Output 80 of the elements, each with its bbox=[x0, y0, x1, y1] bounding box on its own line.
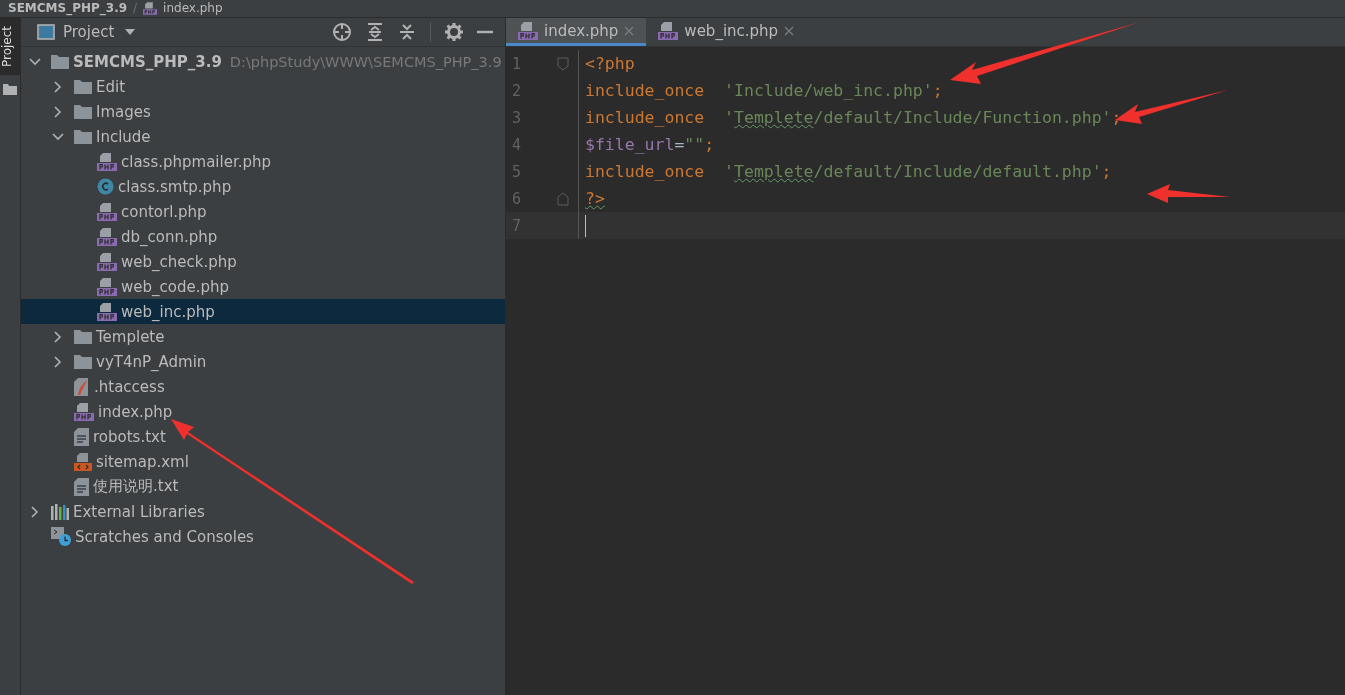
tree-item[interactable]: Templete bbox=[21, 324, 505, 349]
folder-icon bbox=[74, 129, 92, 144]
close-icon bbox=[624, 25, 635, 36]
chevron-right-icon bbox=[52, 355, 64, 368]
php-file-icon bbox=[658, 21, 679, 40]
folder-icon bbox=[74, 354, 92, 369]
crosshair-icon[interactable] bbox=[332, 22, 352, 42]
editor-tab[interactable]: index.php bbox=[506, 18, 647, 46]
chevron-down-icon bbox=[29, 55, 41, 68]
tree-item[interactable]: contorl.php bbox=[21, 199, 505, 224]
editor-tab[interactable]: web_inc.php bbox=[646, 18, 807, 46]
line-number: 5 bbox=[511, 162, 523, 181]
caret-icon[interactable] bbox=[124, 28, 137, 36]
tree-item[interactable]: Edit bbox=[21, 74, 505, 99]
php-file-icon bbox=[74, 402, 94, 421]
code-line: ?> bbox=[585, 188, 605, 210]
chevron-right-icon bbox=[52, 80, 64, 93]
tree-item[interactable]: db_conn.php bbox=[21, 224, 505, 249]
tree-item[interactable]: External Libraries bbox=[21, 499, 505, 524]
php-file-icon bbox=[97, 302, 117, 321]
chevron-down-icon bbox=[52, 130, 64, 143]
breadcrumb-separator: / bbox=[133, 1, 138, 16]
php-file-icon bbox=[97, 277, 117, 296]
tree-item[interactable]: Images bbox=[21, 99, 505, 124]
expand-all-icon[interactable] bbox=[366, 22, 384, 42]
project-tool-tab[interactable]: Project bbox=[0, 18, 20, 76]
tree-item[interactable]: SEMCMS_PHP_3.9 D:\phpStudy\WWW\SEMCMS_PHP_3.9 bbox=[21, 49, 505, 74]
chevron-right-icon bbox=[52, 330, 64, 343]
feather-file-icon bbox=[74, 377, 90, 396]
console-clock-icon bbox=[51, 527, 71, 546]
php-file-icon bbox=[97, 202, 117, 221]
class-icon bbox=[97, 178, 114, 195]
folder-icon bbox=[74, 104, 92, 119]
code-line: include_once 'Include/web_inc.php'; bbox=[585, 80, 943, 102]
line-number: 3 bbox=[511, 108, 523, 127]
close-icon bbox=[784, 25, 795, 36]
settings-icon[interactable] bbox=[445, 23, 463, 41]
tree-item[interactable]: sitemap.xml bbox=[21, 449, 505, 474]
tree-item[interactable]: 使用说明.txt bbox=[21, 474, 505, 499]
tree-item[interactable]: index.php bbox=[21, 399, 505, 424]
folder-icon bbox=[74, 79, 92, 94]
fold-marker-icon bbox=[557, 191, 569, 206]
text-file-icon bbox=[74, 427, 89, 446]
tree-item[interactable]: robots.txt bbox=[21, 424, 505, 449]
php-file-icon bbox=[518, 21, 538, 40]
tree-item[interactable]: Scratches and Consoles bbox=[21, 524, 505, 549]
code-line: include_once 'Templete/default/Include/Function.php'; bbox=[585, 107, 1122, 129]
line-number: 1 bbox=[511, 54, 523, 73]
tree-item[interactable]: class.phpmailer.php bbox=[21, 149, 505, 174]
php-file-icon bbox=[97, 252, 117, 271]
tree-item[interactable]: .htaccess bbox=[21, 374, 505, 399]
php-file-icon bbox=[97, 152, 117, 171]
chevron-right-icon bbox=[52, 105, 64, 118]
tree-item[interactable]: web_inc.php bbox=[21, 299, 505, 324]
breadcrumb-item[interactable]: SEMCMS_PHP_3.9 bbox=[8, 1, 128, 16]
chevron-right-icon bbox=[29, 505, 41, 518]
code-line: include_once 'Templete/default/Include/default.php'; bbox=[585, 161, 1112, 183]
line-number: 2 bbox=[511, 81, 523, 100]
php-file-icon bbox=[97, 227, 117, 246]
fold-marker-icon bbox=[557, 56, 569, 71]
tree-item[interactable]: vyT4nP_Admin bbox=[21, 349, 505, 374]
tree-item[interactable]: web_code.php bbox=[21, 274, 505, 299]
tree-item[interactable]: class.smtp.php bbox=[21, 174, 505, 199]
minimize-icon[interactable] bbox=[477, 30, 493, 34]
breadcrumb-item[interactable]: index.php bbox=[163, 1, 223, 16]
panel-title[interactable]: Project bbox=[63, 23, 115, 41]
folder-icon bbox=[51, 54, 69, 69]
line-number: 4 bbox=[511, 135, 523, 154]
line-number: 6 bbox=[511, 189, 523, 208]
code-line: <?php bbox=[585, 53, 635, 75]
collapse-all-icon[interactable] bbox=[398, 22, 416, 42]
tree-item[interactable]: Include bbox=[21, 124, 505, 149]
folder-icon[interactable] bbox=[3, 83, 17, 96]
xml-file-icon bbox=[74, 452, 92, 471]
code-line: $file_url=""; bbox=[585, 134, 715, 156]
library-icon bbox=[51, 503, 69, 520]
text-file-icon bbox=[74, 477, 89, 496]
tree-item[interactable]: web_check.php bbox=[21, 249, 505, 274]
project-window-icon bbox=[37, 24, 55, 40]
folder-icon bbox=[74, 329, 92, 344]
